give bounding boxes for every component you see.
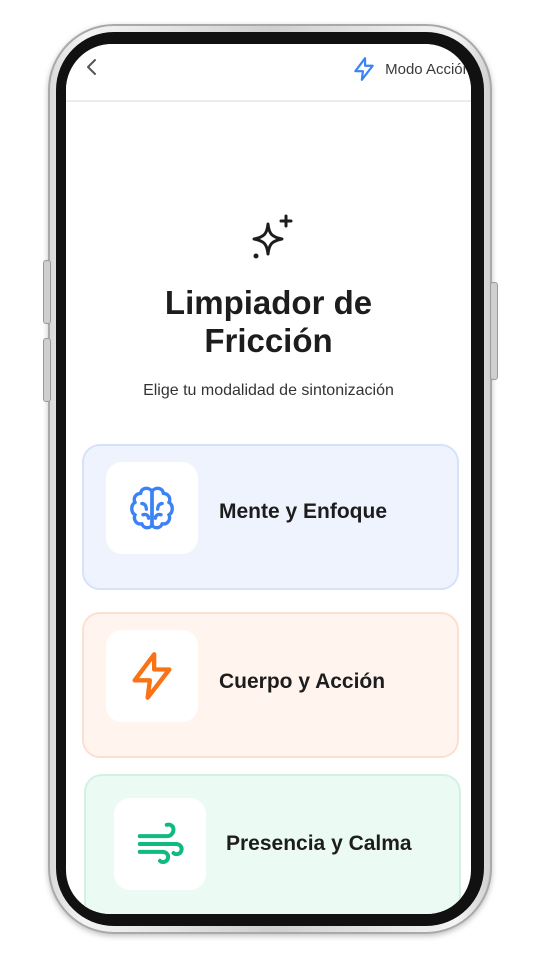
mode-icon-box [114, 798, 206, 890]
top-bar: Modo Acción [66, 44, 471, 102]
page-title-line-2: Fricción [204, 322, 333, 359]
mode-card-label: Presencia y Calma [226, 832, 412, 855]
mode-card-mind[interactable]: Mente y Enfoque [82, 444, 459, 590]
mode-card-presence[interactable]: Presencia y Calma [84, 774, 461, 914]
wind-icon [137, 822, 184, 865]
phone-volume-down-button [43, 338, 51, 402]
phone-power-button [490, 282, 498, 380]
page-subtitle: Elige tu modalidad de sintonización [143, 382, 394, 399]
action-mode-button[interactable]: Modo Acción [351, 54, 471, 84]
back-button[interactable] [84, 56, 104, 80]
brain-icon [130, 486, 174, 530]
page-title-line-1: Limpiador de [164, 284, 373, 321]
chevron-left-icon [87, 59, 96, 75]
action-mode-label: Modo Acción [385, 60, 471, 78]
mode-icon-box [106, 630, 198, 722]
sparkles-icon [252, 214, 293, 259]
app-screen: Modo Acción Limpiador de Fricción Elige … [66, 44, 471, 914]
lightning-icon [132, 652, 172, 700]
phone-volume-up-button [43, 260, 51, 324]
mode-card-label: Mente y Enfoque [219, 500, 388, 523]
page-title: Limpiador de Fricción [66, 284, 471, 360]
mode-icon-box [106, 462, 198, 554]
mode-card-body[interactable]: Cuerpo y Acción [82, 612, 459, 758]
lightning-icon [354, 57, 374, 81]
mode-card-label: Cuerpo y Acción [219, 670, 386, 693]
